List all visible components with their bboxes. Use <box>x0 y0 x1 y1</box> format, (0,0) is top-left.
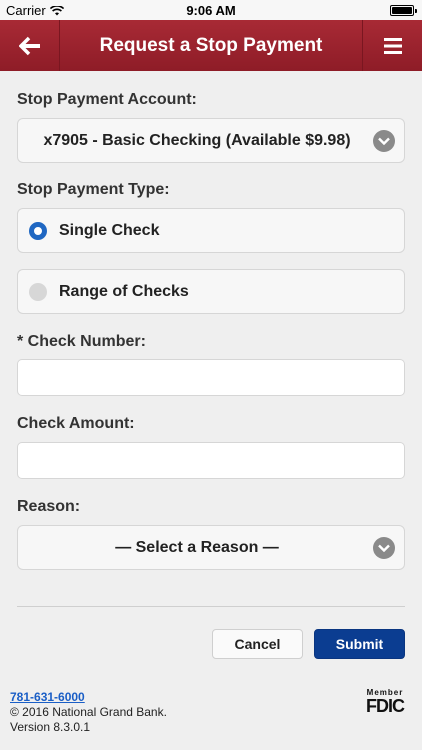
reason-label: Reason: <box>17 498 81 515</box>
status-time: 9:06 AM <box>186 3 236 18</box>
divider <box>17 606 405 607</box>
account-select-value: x7905 - Basic Checking (Available $9.98) <box>43 131 351 149</box>
fdic-logo: Member FDIC <box>361 688 409 715</box>
copyright-text: © 2016 National Grand Bank. <box>10 705 167 719</box>
chevron-down-icon <box>373 537 395 559</box>
radio-single-check-label: Single Check <box>59 221 160 239</box>
radio-range-of-checks[interactable]: Range of Checks <box>17 269 405 314</box>
page-title: Request a Stop Payment <box>99 35 323 56</box>
reason-select[interactable]: — Select a Reason — <box>17 525 405 570</box>
hamburger-menu-icon <box>383 37 402 54</box>
reason-select-value: — Select a Reason — <box>115 538 279 556</box>
arrow-left-icon <box>18 36 40 55</box>
radio-single-check[interactable]: Single Check <box>17 208 405 253</box>
check-number-label: * Check Number: <box>17 333 146 350</box>
battery-icon <box>390 5 417 16</box>
account-label: Stop Payment Account: <box>17 91 197 108</box>
menu-button[interactable] <box>362 20 422 71</box>
fdic-mark-text: FDIC <box>366 696 405 716</box>
status-bar: Carrier 9:06 AM <box>0 0 422 20</box>
radio-selected-icon <box>29 221 47 240</box>
check-amount-input[interactable] <box>17 442 405 479</box>
radio-range-of-checks-label: Range of Checks <box>59 282 189 300</box>
check-number-input[interactable] <box>17 359 405 396</box>
version-text: Version 8.3.0.1 <box>10 720 91 734</box>
phone-link[interactable]: 781-631-6000 <box>10 690 167 705</box>
account-select[interactable]: x7905 - Basic Checking (Available $9.98) <box>17 118 405 163</box>
cancel-button[interactable]: Cancel <box>212 629 303 659</box>
type-label: Stop Payment Type: <box>17 181 170 198</box>
submit-button[interactable]: Submit <box>314 629 405 659</box>
chevron-down-icon <box>373 130 395 152</box>
nav-bar: Request a Stop Payment <box>0 20 422 71</box>
check-amount-label: Check Amount: <box>17 415 135 432</box>
footer: 781-631-6000 © 2016 National Grand Bank.… <box>10 690 167 735</box>
back-button[interactable] <box>0 20 60 71</box>
radio-unselected-icon <box>29 282 47 301</box>
